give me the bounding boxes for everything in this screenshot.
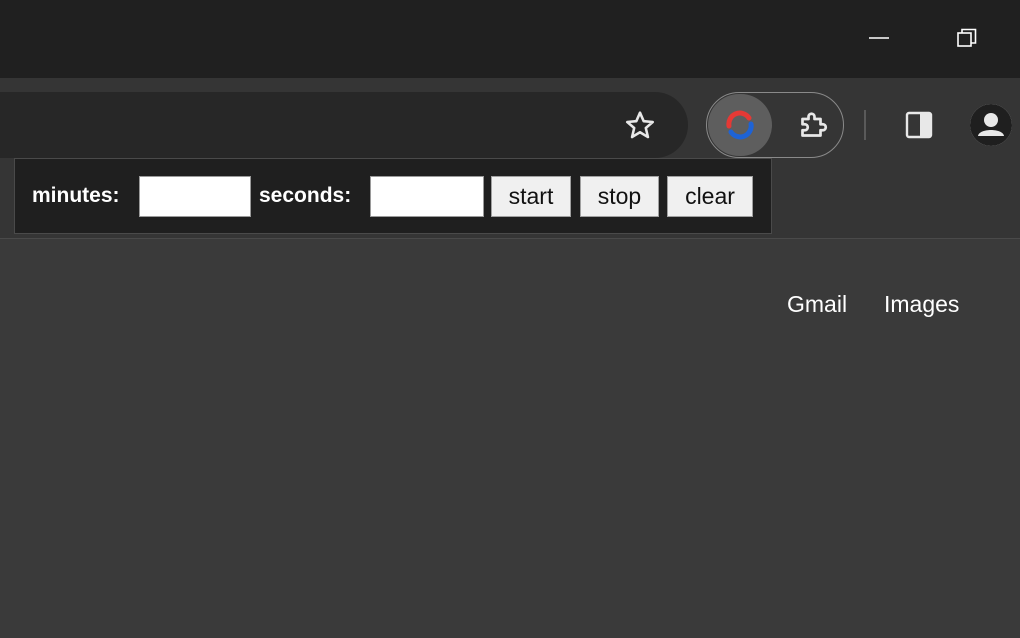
restore-button[interactable]	[947, 18, 987, 58]
gmail-link[interactable]: Gmail	[787, 290, 847, 318]
side-panel-icon	[905, 111, 933, 139]
minimize-button[interactable]	[859, 18, 899, 58]
side-panel-button[interactable]	[898, 104, 940, 146]
puzzle-piece-icon	[801, 112, 828, 137]
person-avatar-icon	[970, 104, 1012, 146]
profile-button[interactable]	[970, 104, 1012, 146]
images-link[interactable]: Images	[884, 290, 959, 318]
minutes-input[interactable]	[139, 176, 251, 217]
sync-arrows-icon	[726, 110, 754, 140]
timer-extension-button[interactable]	[708, 94, 772, 156]
star-outline-icon	[625, 111, 655, 139]
minutes-label: minutes:	[32, 184, 120, 207]
toolbar-separator	[864, 110, 866, 140]
extensions-menu-button[interactable]	[790, 102, 836, 148]
restore-icon	[957, 28, 977, 47]
seconds-label: seconds:	[259, 184, 352, 207]
stop-button[interactable]: stop	[580, 176, 659, 217]
start-button[interactable]: start	[491, 176, 571, 217]
address-bar[interactable]	[0, 92, 688, 158]
bookmark-star-button[interactable]	[618, 104, 662, 148]
seconds-input[interactable]	[370, 176, 484, 217]
toolbar-divider	[0, 238, 1020, 239]
clear-button[interactable]: clear	[667, 176, 753, 217]
minimize-icon	[869, 37, 889, 39]
